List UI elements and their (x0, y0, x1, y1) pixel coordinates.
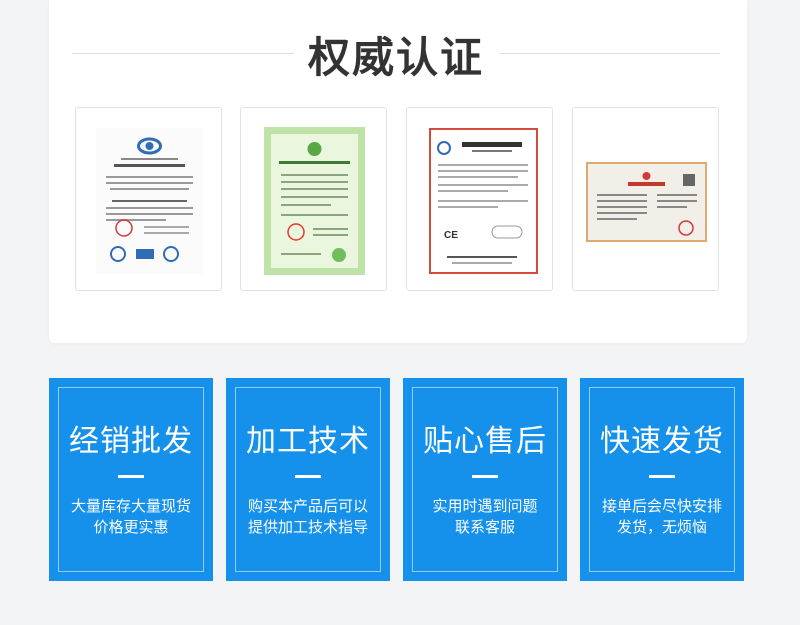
feature-title: 快速发货 (600, 424, 724, 459)
feature-description: 大量库存大量现货 价格更实惠 (70, 497, 191, 536)
feature-title: 加工技术 (246, 424, 370, 459)
environmental-label-certificate-image (264, 127, 365, 275)
feature-title: 贴心售后 (423, 424, 547, 459)
feature-description: 实用时遇到问题 联系客服 (432, 497, 538, 536)
feature-frame (412, 387, 558, 572)
certificate-quality-management[interactable] (75, 107, 222, 291)
certificate-business-license[interactable] (572, 107, 719, 291)
feature-frame (58, 387, 204, 572)
certificate-ce-conformity[interactable]: CE (406, 107, 553, 291)
business-license-image (586, 162, 707, 242)
feature-divider (649, 475, 675, 478)
section-header: 权威认证 (72, 22, 720, 86)
title-divider-right (500, 53, 720, 54)
ce-conformity-certificate-image: CE (429, 128, 538, 274)
feature-fast-shipping: 快速发货 接单后会尽快安排 发货，无烦恼 (580, 378, 744, 581)
feature-after-sales: 贴心售后 实用时遇到问题 联系客服 (403, 378, 567, 581)
feature-description: 购买本产品后可以 提供加工技术指导 (247, 497, 368, 536)
feature-divider (472, 475, 498, 478)
section-title: 权威认证 (307, 33, 484, 82)
feature-frame (235, 387, 381, 572)
feature-wholesale: 经销批发 大量库存大量现货 价格更实惠 (49, 378, 213, 581)
feature-divider (118, 475, 144, 478)
feature-processing-tech: 加工技术 购买本产品后可以 提供加工技术指导 (226, 378, 390, 581)
svg-text:CE: CE (444, 230, 458, 241)
feature-frame (589, 387, 735, 572)
quality-management-certificate-image (96, 128, 203, 274)
feature-description: 接单后会尽快安排 发货，无烦恼 (601, 497, 722, 536)
feature-title: 经销批发 (69, 424, 193, 459)
certificate-environmental-label[interactable] (240, 107, 387, 291)
feature-divider (295, 475, 321, 478)
